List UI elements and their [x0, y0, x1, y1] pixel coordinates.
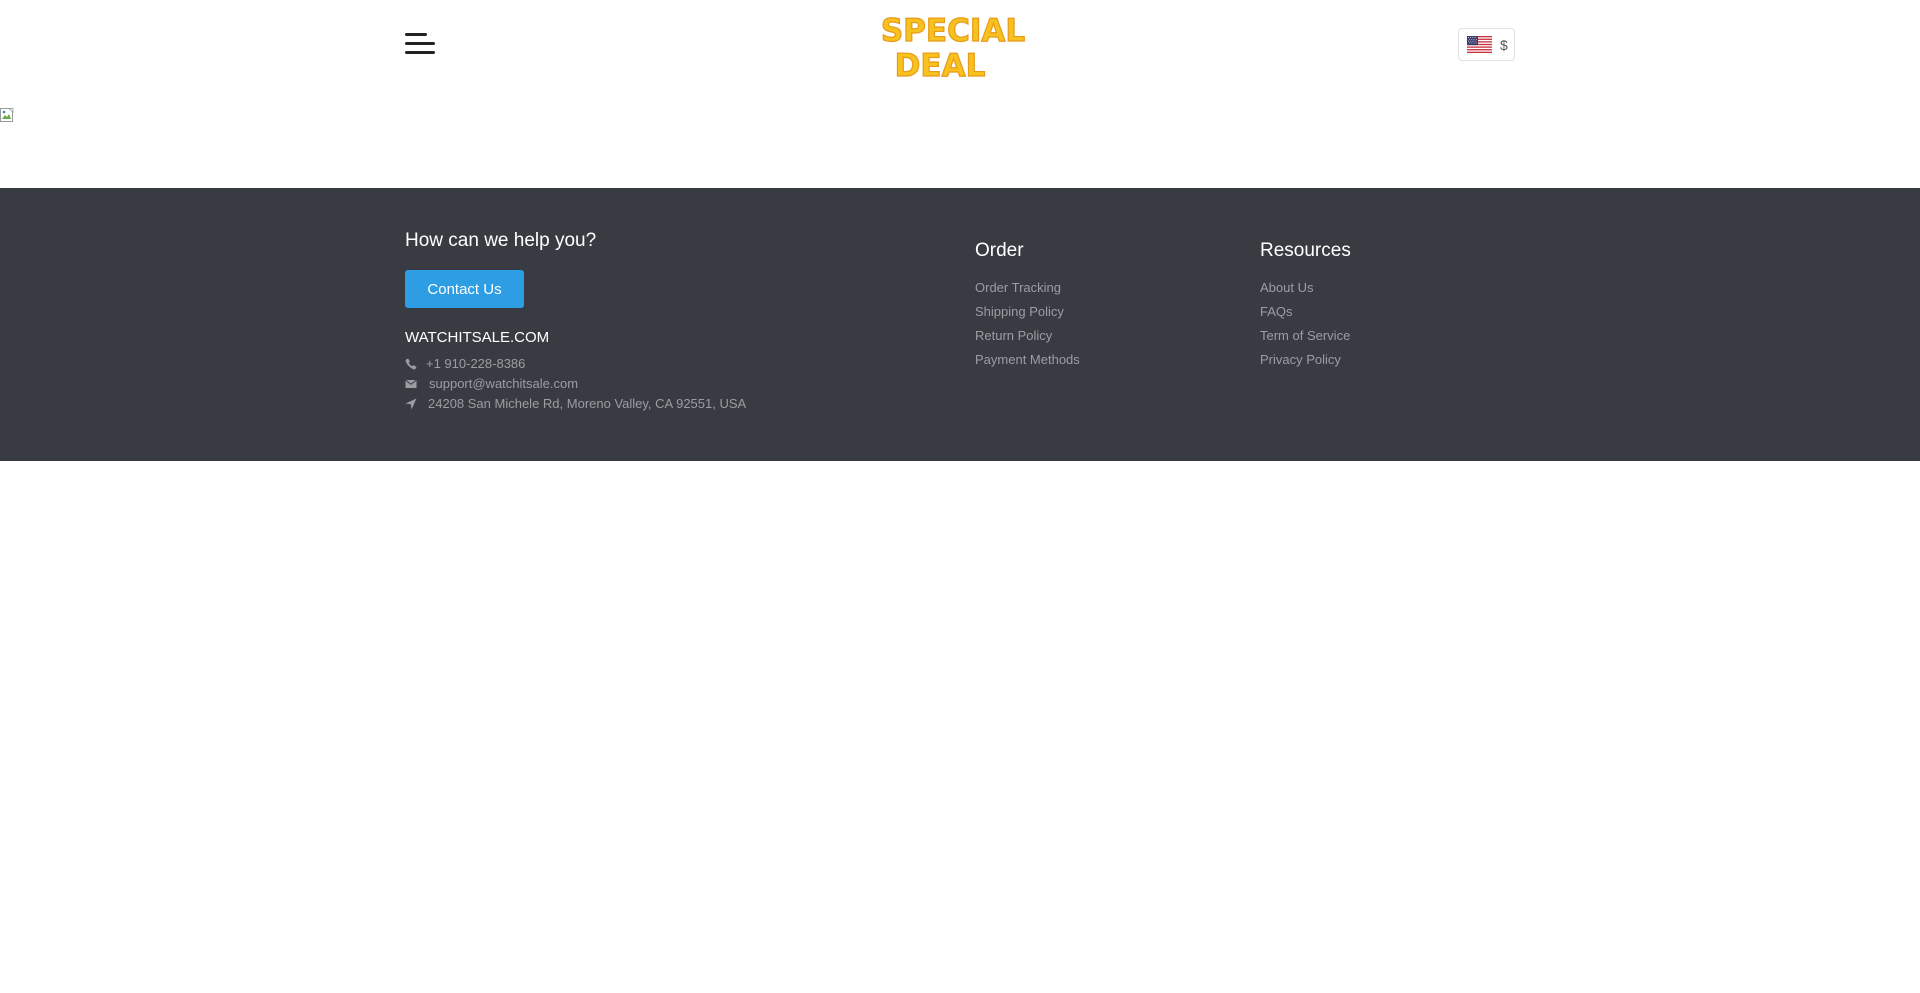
logo-line-1: SPECIAL [881, 13, 1025, 49]
email-text: support@watchitsale.com [429, 376, 579, 391]
contact-us-button[interactable]: Contact Us [405, 270, 524, 308]
banner-area [0, 92, 1920, 188]
link-shipping-policy[interactable]: Shipping Policy [975, 304, 1080, 328]
phone-icon [405, 358, 417, 369]
currency-symbol: $ [1500, 36, 1508, 53]
address-text: 24208 San Michele Rd, Moreno Valley, CA … [428, 396, 747, 411]
link-faqs[interactable]: FAQs [1260, 304, 1350, 328]
location-arrow-icon [405, 398, 417, 409]
link-payment-methods[interactable]: Payment Methods [975, 352, 1080, 376]
link-return-policy[interactable]: Return Policy [975, 328, 1080, 352]
site-footer: How can we help you? Contact Us WATCHITS… [0, 188, 1920, 461]
contact-address: 24208 San Michele Rd, Moreno Valley, CA … [405, 396, 746, 411]
contact-email[interactable]: support@watchitsale.com [405, 376, 578, 391]
link-about-us[interactable]: About Us [1260, 280, 1350, 304]
hamburger-menu-icon[interactable] [400, 30, 438, 60]
order-column-title: Order [975, 240, 1024, 261]
help-title: How can we help you? [405, 230, 597, 251]
site-header: SPECIAL DEAL $ [0, 0, 1920, 92]
link-order-tracking[interactable]: Order Tracking [975, 280, 1080, 304]
logo-line-2: DEAL [895, 48, 986, 82]
link-term-of-service[interactable]: Term of Service [1260, 328, 1350, 352]
order-links: Order Tracking Shipping Policy Return Po… [975, 280, 1080, 376]
locale-currency-selector[interactable]: $ [1458, 28, 1515, 61]
phone-text: +1 910-228-8386 [426, 356, 526, 371]
resources-links: About Us FAQs Term of Service Privacy Po… [1260, 280, 1350, 376]
site-name: WATCHITSALE.COM [405, 329, 550, 346]
link-privacy-policy[interactable]: Privacy Policy [1260, 352, 1350, 376]
broken-image-icon [0, 108, 14, 122]
envelope-icon [405, 379, 417, 388]
special-deal-logo[interactable]: SPECIAL DEAL [880, 10, 1026, 84]
contact-phone[interactable]: +1 910-228-8386 [405, 356, 525, 371]
resources-column-title: Resources [1260, 240, 1351, 261]
us-flag-icon [1467, 36, 1492, 53]
